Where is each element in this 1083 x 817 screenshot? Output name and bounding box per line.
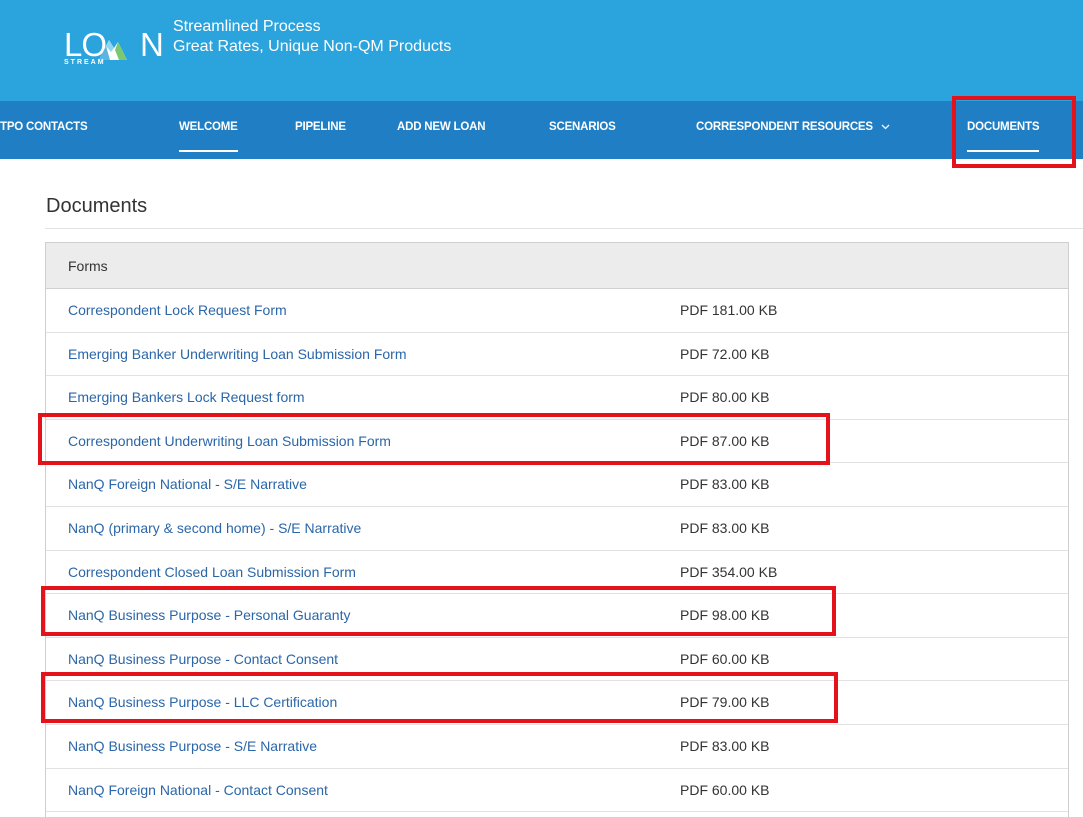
nav-label: WELCOME	[179, 121, 238, 133]
document-size: PDF 98.00 KB	[680, 607, 770, 624]
chevron-down-icon	[881, 124, 890, 130]
document-size: PDF 79.00 KB	[680, 694, 770, 711]
document-row: NanQ Business Purpose - LLC Certificatio…	[46, 681, 1068, 725]
document-row: NanQ (primary & second home) - S/E Narra…	[46, 507, 1068, 551]
document-size: PDF 87.00 KB	[680, 432, 770, 449]
document-link[interactable]: NanQ (primary & second home) - S/E Narra…	[68, 507, 361, 549]
document-row: Emerging Banker Underwriting Loan Submis…	[46, 333, 1068, 377]
tagline: Streamlined Process Great Rates, Unique …	[173, 17, 451, 57]
document-link[interactable]: NanQ Business Purpose - Personal Guarant…	[68, 594, 350, 636]
nav-label: DOCUMENTS	[967, 121, 1040, 133]
document-row: NanQ Business Purpose - S/E Narrative PD…	[46, 725, 1068, 769]
title-divider	[45, 228, 1083, 229]
document-row: Correspondent Lock Request Form PDF 181.…	[46, 289, 1068, 333]
nav-item-scenarios[interactable]: SCENARIOS	[549, 101, 616, 159]
document-row: Correspondent Underwriting Loan Submissi…	[46, 420, 1068, 464]
document-size: PDF 80.00 KB	[680, 389, 770, 406]
document-row: NanQ Foreign National - Contact Consent …	[46, 769, 1068, 813]
document-size: PDF 60.00 KB	[680, 650, 770, 667]
nav-label: SCENARIOS	[549, 121, 616, 133]
nav-item-documents[interactable]: DOCUMENTS	[967, 101, 1040, 159]
document-link[interactable]: Emerging Banker Underwriting Loan Submis…	[68, 333, 406, 375]
document-link[interactable]: NanQ Foreign National - Contact Consent	[68, 769, 328, 811]
forms-panel-header: Forms	[46, 243, 1068, 289]
mountain-icon	[99, 40, 127, 60]
document-size: PDF 83.00 KB	[680, 519, 770, 536]
nav-label: CORRESPONDENT RESOURCES	[696, 121, 873, 133]
document-link[interactable]: Correspondent Lock Request Form	[68, 289, 287, 331]
document-row: Emerging Bankers Lock Request form PDF 8…	[46, 376, 1068, 420]
header-banner: LO N STREAM Streamlined Process Great Rat…	[0, 0, 1083, 101]
document-link[interactable]: Emerging Bankers Lock Request form	[68, 376, 305, 418]
document-link[interactable]: NanQ Business Purpose - S/E Narrative	[68, 725, 317, 767]
document-size: PDF 72.00 KB	[680, 345, 770, 362]
nav-item-welcome[interactable]: WELCOME	[179, 101, 238, 159]
nav-label: PIPELINE	[295, 121, 346, 133]
forms-panel: Forms Correspondent Lock Request Form PD…	[45, 242, 1069, 817]
document-link[interactable]: Correspondent Closed Loan Submission For…	[68, 551, 356, 593]
loanstream-logo[interactable]: LO N STREAM	[64, 26, 164, 76]
nav-item-add-new-loan[interactable]: ADD NEW LOAN	[397, 101, 486, 159]
document-size: PDF 354.00 KB	[680, 563, 778, 580]
document-row: NanQ Business Purpose - Contact Consent …	[46, 638, 1068, 682]
document-link[interactable]: NanQ Business Purpose - Contact Consent	[68, 638, 338, 680]
page-title: Documents	[46, 195, 148, 217]
nav-label: ADD NEW LOAN	[397, 121, 486, 133]
logo-text-right: N	[140, 26, 164, 63]
nav-item-tpo-contacts[interactable]: TPO CONTACTS	[0, 101, 88, 159]
nav-item-correspondent-resources[interactable]: CORRESPONDENT RESOURCES	[696, 101, 890, 159]
main-nav: TPO CONTACTS WELCOME PIPELINE ADD NEW LO…	[0, 101, 1083, 159]
tagline-line-1: Streamlined Process	[173, 18, 321, 35]
nav-label: TPO CONTACTS	[0, 121, 88, 133]
logo-subtext: STREAM	[64, 59, 106, 66]
document-row: Correspondent Closed Loan Submission For…	[46, 551, 1068, 595]
tagline-line-2: Great Rates, Unique Non-QM Products	[173, 38, 452, 55]
document-size: PDF 83.00 KB	[680, 476, 770, 493]
nav-item-pipeline[interactable]: PIPELINE	[295, 101, 346, 159]
document-row: NanQ Foreign National - S/E Narrative PD…	[46, 463, 1068, 507]
document-size: PDF 60.00 KB	[680, 781, 770, 798]
document-link[interactable]: Correspondent Underwriting Loan Submissi…	[68, 420, 391, 462]
document-size: PDF 83.00 KB	[680, 737, 770, 754]
document-size: PDF 181.00 KB	[680, 302, 778, 318]
document-link[interactable]: NanQ Foreign National - S/E Narrative	[68, 463, 307, 505]
document-link[interactable]: NanQ Business Purpose - LLC Certificatio…	[68, 681, 337, 723]
document-row: NanQ Business Purpose - Personal Guarant…	[46, 594, 1068, 638]
